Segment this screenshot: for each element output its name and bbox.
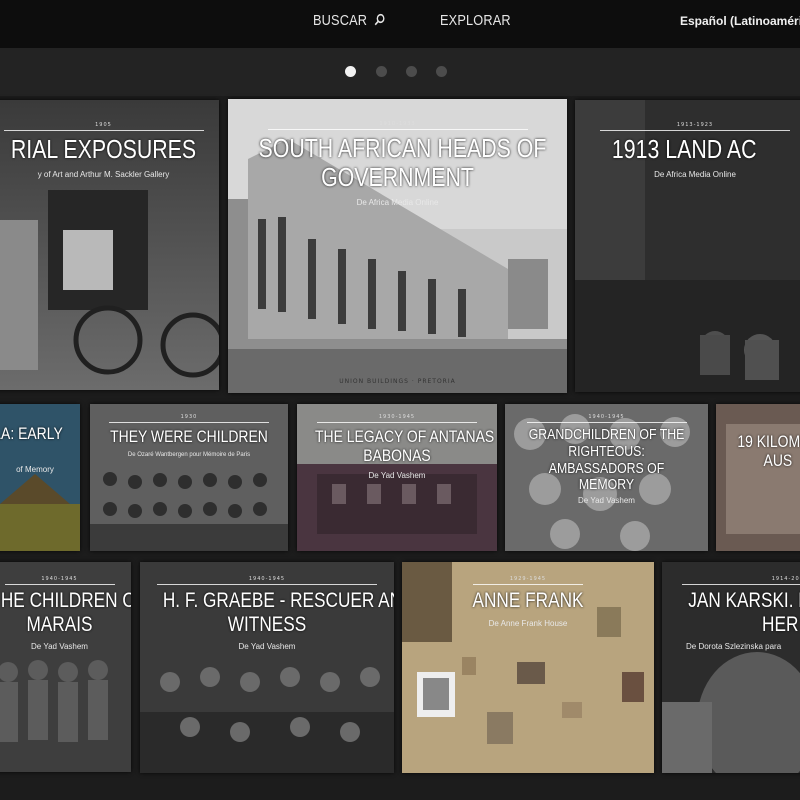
language-selector[interactable]: Español (Latinoamérica) bbox=[680, 14, 800, 28]
exhibit-card-south-african-heads[interactable]: 1910-1933 SOUTH AFRICAN HEADS OF GOVERNME… bbox=[228, 99, 567, 393]
exhibit-date: 1930-1945 bbox=[378, 414, 416, 420]
exhibit-source: De Africa Media Online bbox=[654, 170, 736, 180]
carousel-dot-1[interactable] bbox=[345, 66, 356, 77]
exhibit-title: JAN KARSKI. H HER bbox=[688, 589, 800, 636]
photo-caption: UNION BUILDINGS · PRETORIA bbox=[339, 378, 456, 385]
exhibit-source: De Yad Vashem bbox=[31, 642, 88, 652]
exhibit-card-jan-karski[interactable]: 1914-2000 JAN KARSKI. HHER De Dorota Szl… bbox=[662, 562, 800, 773]
exhibit-title: HE CHILDREN OFMARAIS bbox=[0, 589, 131, 636]
carousel-dot-2[interactable] bbox=[376, 66, 387, 77]
exhibit-title: H. F. GRAEBE - RESCUER AND WITNESS bbox=[162, 589, 394, 636]
exhibit-card-imperial-exposures[interactable]: 1905 RIAL EXPOSURES y of Art and Arthur … bbox=[0, 100, 219, 390]
exhibit-source: De Dorota Szlezinska para bbox=[686, 642, 782, 652]
exhibit-title: LA: EARLY bbox=[0, 424, 63, 443]
exhibit-card-anne-frank[interactable]: 1929-1945 ANNE FRANK De Anne Frank House bbox=[402, 562, 654, 773]
exhibit-source: De Yad Vashem bbox=[578, 496, 635, 506]
exhibit-source: of Memory bbox=[16, 465, 54, 475]
carousel-strip bbox=[0, 48, 800, 96]
carousel-dot-4[interactable] bbox=[436, 66, 447, 77]
exhibit-card-children-of-marais[interactable]: 1940-1945 HE CHILDREN OFMARAIS De Yad Va… bbox=[0, 562, 131, 772]
exhibit-date: 1940-1945 bbox=[588, 414, 625, 420]
exhibit-card-antanas-babonas[interactable]: 1930-1945 THE LEGACY OF ANTANAS BABONAS D… bbox=[297, 404, 497, 551]
exhibit-title: 1913 LAND AC bbox=[611, 134, 757, 164]
exhibit-title: 19 KILOM AUS bbox=[737, 432, 800, 471]
exhibit-date: 1914-2000 bbox=[771, 576, 800, 582]
exhibit-title: ANNE FRANK bbox=[472, 589, 584, 612]
exhibit-date: 1910-1933 bbox=[379, 121, 416, 127]
exhibit-date: 1913-1923 bbox=[676, 122, 714, 128]
exhibit-source: De Ozaré Wantbergen pour Mémoire de Pari… bbox=[127, 452, 251, 459]
exhibit-card-early[interactable]: LA: EARLY of Memory bbox=[0, 404, 80, 551]
search-label[interactable]: BUSCAR bbox=[313, 12, 367, 29]
carousel-dot-3[interactable] bbox=[406, 66, 417, 77]
exhibit-date: 1940-1945 bbox=[41, 576, 78, 582]
explore-link[interactable]: EXPLORAR bbox=[440, 12, 511, 29]
exhibit-source: y of Art and Arthur M. Sackler Gallery bbox=[37, 170, 170, 180]
exhibit-date: 1940-1945 bbox=[248, 576, 286, 582]
exhibit-date: 1905 bbox=[95, 122, 112, 128]
top-navigation-bar: BUSCAR EXPLORAR Español (Latinoamérica) bbox=[0, 0, 800, 48]
exhibit-card-they-were-children[interactable]: 1930 THEY WERE CHILDREN De Ozaré Wantber… bbox=[90, 404, 288, 551]
exhibit-card-grandchildren-righteous[interactable]: 1940-1945 GRANDCHILDREN OF THE RIGHTEOUS:… bbox=[505, 404, 708, 551]
search-link[interactable]: BUSCAR bbox=[313, 12, 385, 30]
exhibit-date: 1930 bbox=[180, 414, 198, 420]
exhibit-source: De Anne Frank House bbox=[488, 618, 568, 628]
exhibit-title: THEY WERE CHILDREN bbox=[110, 427, 268, 446]
exhibit-card-graebe[interactable]: 1940-1945 H. F. GRAEBE - RESCUER AND WITN… bbox=[140, 562, 394, 773]
exhibit-card-1913-land-act[interactable]: 1913-1923 1913 LAND AC De Africa Media O… bbox=[575, 100, 800, 392]
exhibit-source: De Yad Vashem bbox=[368, 471, 426, 481]
exhibit-source: De Africa Media Online bbox=[356, 198, 439, 208]
exhibit-title: GRANDCHILDREN OF THE RIGHTEOUS: AMBASSADOR… bbox=[528, 426, 685, 494]
exhibit-card-19-kilom[interactable]: 19 KILOM AUS bbox=[716, 404, 800, 551]
exhibit-title: RIAL EXPOSURES bbox=[10, 134, 197, 164]
exhibit-title: SOUTH AFRICAN HEADS OF GOVERNMENT bbox=[258, 133, 547, 193]
exhibit-date: 1929-1945 bbox=[509, 576, 547, 582]
exhibit-source: De Yad Vashem bbox=[238, 642, 296, 652]
exhibit-title: THE LEGACY OF ANTANAS BABONAS bbox=[315, 427, 495, 466]
search-icon[interactable] bbox=[374, 13, 385, 30]
